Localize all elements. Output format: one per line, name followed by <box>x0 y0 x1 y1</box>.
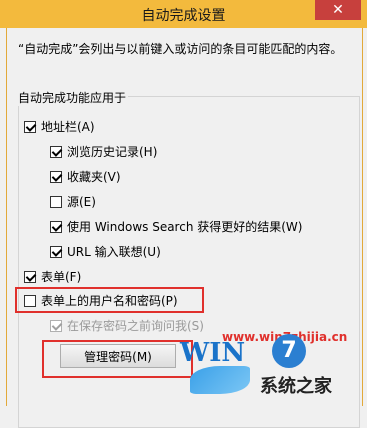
checkbox-label: 收藏夹(V) <box>67 170 121 184</box>
close-icon: ✕ <box>332 2 344 18</box>
checkbox-icon[interactable] <box>24 270 36 283</box>
checkbox-label: URL 输入联想(U) <box>67 245 161 259</box>
checkbox-icon[interactable] <box>50 195 62 208</box>
checkbox-icon[interactable] <box>24 120 36 133</box>
checkbox-icon[interactable] <box>50 170 62 183</box>
manage-passwords-button[interactable]: 管理密码(M) <box>60 344 176 368</box>
checkbox-icon[interactable] <box>24 294 36 307</box>
checkbox-windows-search[interactable]: 使用 Windows Search 获得更好的结果(W) <box>50 218 302 235</box>
checkbox-icon[interactable] <box>50 220 62 233</box>
checkbox-forms[interactable]: 表单(F) <box>24 268 81 285</box>
group-label: 自动完成功能应用于 <box>16 89 129 106</box>
close-button[interactable]: ✕ <box>315 0 361 20</box>
checkbox-form-credentials[interactable]: 表单上的用户名和密码(P) <box>24 292 178 309</box>
checkbox-icon[interactable] <box>50 245 62 258</box>
logo-seven-icon: 7 <box>272 334 306 368</box>
logo-swoosh-icon <box>190 366 250 394</box>
checkbox-address-bar[interactable]: 地址栏(A) <box>24 118 95 135</box>
description-text: “自动完成”会列出与以前键入或访问的条目可能匹配的内容。 <box>18 42 343 56</box>
logo-chinese-text: 系统之家 <box>260 376 332 397</box>
checkbox-browsing-history[interactable]: 浏览历史记录(H) <box>50 143 157 160</box>
title-bar: 自动完成设置 ✕ <box>0 0 367 28</box>
checkbox-favorites[interactable]: 收藏夹(V) <box>50 168 121 185</box>
logo-latin-text: WIN <box>180 338 246 368</box>
watermark-logo: WIN 7 系统之家 <box>180 330 367 406</box>
window-title: 自动完成设置 <box>141 8 226 24</box>
checkbox-icon[interactable] <box>50 145 62 158</box>
checkbox-label: 浏览历史记录(H) <box>67 145 158 159</box>
checkbox-label: 源(E) <box>67 195 96 209</box>
checkbox-icon[interactable] <box>50 319 62 332</box>
checkbox-url-suggestions[interactable]: URL 输入联想(U) <box>50 243 161 260</box>
checkbox-feeds[interactable]: 源(E) <box>50 193 96 210</box>
checkbox-label: 表单(F) <box>41 270 82 284</box>
checkbox-label: 表单上的用户名和密码(P) <box>41 294 178 308</box>
checkbox-label: 地址栏(A) <box>41 120 95 134</box>
checkbox-label: 使用 Windows Search 获得更好的结果(W) <box>67 220 303 234</box>
